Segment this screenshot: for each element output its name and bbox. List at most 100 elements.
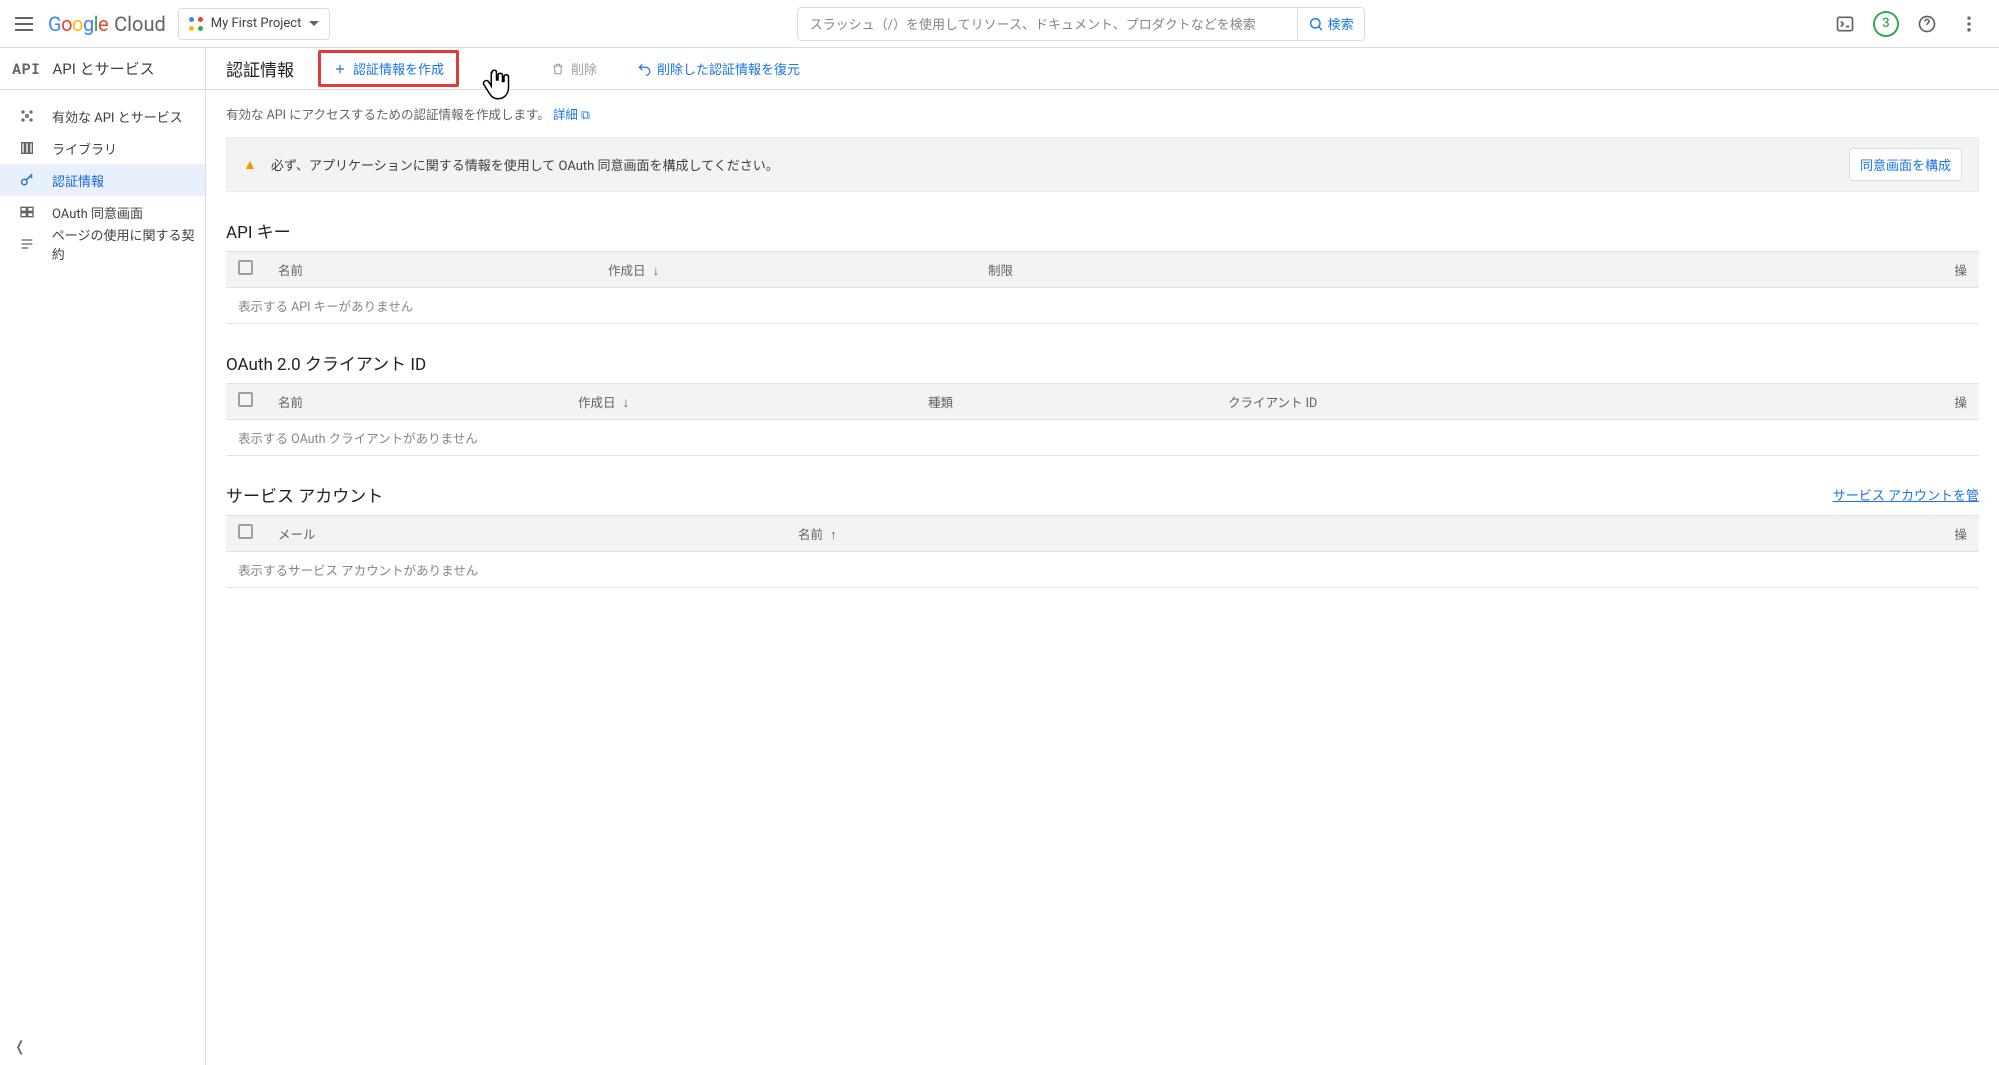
tutorial-highlight: 認証情報を作成: [318, 50, 459, 87]
sidebar-item-label: ページの使用に関する契約: [52, 225, 205, 263]
warning-icon: ▲: [243, 156, 257, 173]
terminal-icon: [1835, 14, 1855, 34]
tos-icon: [18, 235, 36, 253]
plus-icon: [333, 62, 347, 76]
api-keys-table: 名前 作成日 ↓ 制限 操 表示する API キーがありません: [226, 251, 1979, 324]
sidebar-item-library[interactable]: ライブラリ: [0, 132, 205, 164]
topbar-right-icons: 3: [1831, 10, 1987, 38]
col-name-label: 名前: [798, 528, 823, 543]
create-credentials-label: 認証情報を作成: [353, 59, 444, 78]
brand-cloud-text: Cloud: [114, 12, 166, 36]
oauth-table: 名前 作成日 ↓ 種類 クライアント ID 操 表示する OAuth クライアン…: [226, 383, 1979, 456]
sort-down-icon: ↓: [653, 264, 660, 279]
sidebar-item-label: 有効な API とサービス: [52, 107, 183, 126]
credentials-hint-text: 有効な API にアクセスするための認証情報を作成します。: [226, 108, 550, 123]
api-keys-empty: 表示する API キーがありません: [226, 288, 1979, 324]
service-accounts-heading: サービス アカウント サービス アカウントを管: [226, 482, 1979, 507]
sidebar-item-label: 認証情報: [52, 171, 104, 190]
collapse-sidebar-button[interactable]: ❬: [14, 1039, 26, 1055]
api-keys-heading: API キー: [226, 218, 1979, 243]
oauth-consent-warning: ▲ 必ず、アプリケーションに関する情報を使用して OAuth 同意画面を構成して…: [226, 137, 1979, 192]
sidebar-item-oauth-consent[interactable]: OAuth 同意画面: [0, 196, 205, 228]
sidebar-item-label: ライブラリ: [52, 139, 117, 158]
col-actions: 操: [1942, 384, 1979, 420]
warning-text: 必ず、アプリケーションに関する情報を使用して OAuth 同意画面を構成してくだ…: [271, 155, 779, 174]
more-vertical-icon: [1959, 14, 1979, 34]
notifications-count: 3: [1882, 16, 1889, 31]
main-content: 認証情報 認証情報を作成 削除 削除した認証情報を復元 有効な: [206, 48, 1999, 1065]
sort-down-icon: ↓: [623, 396, 630, 411]
page-body: API API とサービス 有効な API とサービス ライブラリ 認証情報: [0, 48, 1999, 1065]
col-created[interactable]: 作成日 ↓: [596, 252, 976, 288]
oauth-heading-text: OAuth 2.0 クライアント ID: [226, 350, 426, 375]
key-icon: [18, 171, 36, 189]
service-accounts-empty: 表示するサービス アカウントがありません: [226, 552, 1979, 588]
col-name[interactable]: 名前: [266, 384, 566, 420]
cloud-shell-button[interactable]: [1831, 10, 1859, 38]
select-all-checkbox[interactable]: [238, 392, 253, 407]
col-created[interactable]: 作成日 ↓: [566, 384, 916, 420]
sidebar-item-page-usage-agreements[interactable]: ページの使用に関する契約: [0, 228, 205, 260]
oauth-heading: OAuth 2.0 クライアント ID: [226, 350, 1979, 375]
section-title: API とサービス: [53, 58, 155, 79]
page-title: 認証情報: [226, 56, 294, 81]
restore-deleted-button[interactable]: 削除した認証情報を復元: [629, 55, 808, 82]
restore-deleted-label: 削除した認証情報を復元: [657, 59, 800, 78]
col-created-label: 作成日: [578, 396, 616, 411]
left-sidebar: API API とサービス 有効な API とサービス ライブラリ 認証情報: [0, 48, 206, 1065]
col-name[interactable]: 名前 ↑: [786, 516, 1942, 552]
search-button-label: 検索: [1328, 14, 1354, 33]
search-icon: [1308, 16, 1324, 32]
select-all-checkbox[interactable]: [238, 524, 253, 539]
project-color-dots-icon: [189, 17, 203, 31]
notifications-badge[interactable]: 3: [1873, 11, 1899, 37]
more-button[interactable]: [1955, 10, 1983, 38]
library-icon: [18, 139, 36, 157]
select-all-checkbox[interactable]: [238, 260, 253, 275]
top-bar: Google Cloud My First Project スラッシュ（/）を使…: [0, 0, 1999, 48]
help-button[interactable]: [1913, 10, 1941, 38]
learn-more-label: 詳細: [553, 108, 578, 123]
search-button[interactable]: 検索: [1297, 7, 1365, 41]
google-cloud-logo[interactable]: Google Cloud: [48, 12, 166, 36]
col-actions: 操: [1942, 252, 1979, 288]
project-name: My First Project: [211, 16, 302, 31]
col-client-id[interactable]: クライアント ID: [1216, 384, 1942, 420]
manage-service-accounts-link[interactable]: サービス アカウントを管: [1833, 485, 1979, 504]
api-keys-heading-text: API キー: [226, 218, 291, 243]
help-icon: [1917, 14, 1937, 34]
col-actions: 操: [1942, 516, 1979, 552]
sidebar-item-credentials[interactable]: 認証情報: [0, 164, 205, 196]
service-accounts-heading-text: サービス アカウント: [226, 482, 383, 507]
create-credentials-button[interactable]: 認証情報を作成: [325, 55, 452, 82]
configure-consent-button[interactable]: 同意画面を構成: [1849, 148, 1962, 181]
search-placeholder: スラッシュ（/）を使用してリソース、ドキュメント、プロダクトなどを検索: [810, 14, 1256, 33]
search-area: スラッシュ（/）を使用してリソース、ドキュメント、プロダクトなどを検索 検索: [797, 7, 1365, 41]
delete-button[interactable]: 削除: [543, 55, 605, 82]
search-input[interactable]: スラッシュ（/）を使用してリソース、ドキュメント、プロダクトなどを検索: [797, 7, 1297, 41]
col-type[interactable]: 種類: [916, 384, 1216, 420]
trash-icon: [551, 62, 565, 76]
sidebar-item-label: OAuth 同意画面: [52, 203, 143, 222]
action-bar: 認証情報 認証情報を作成 削除 削除した認証情報を復元: [206, 48, 1999, 90]
sort-up-icon: ↑: [830, 528, 837, 543]
col-email[interactable]: メール: [266, 516, 786, 552]
consent-icon: [18, 203, 36, 221]
col-created-label: 作成日: [608, 264, 646, 279]
col-name[interactable]: 名前: [266, 252, 596, 288]
col-restrict[interactable]: 制限: [976, 252, 1942, 288]
nav-menu-button[interactable]: [12, 12, 36, 36]
configure-consent-label: 同意画面を構成: [1860, 158, 1951, 173]
service-accounts-table: メール 名前 ↑ 操 表示するサービス アカウントがありません: [226, 515, 1979, 588]
sidebar-item-enabled-apis[interactable]: 有効な API とサービス: [0, 100, 205, 132]
project-picker[interactable]: My First Project: [178, 8, 331, 40]
api-badge: API: [12, 59, 41, 79]
oauth-empty: 表示する OAuth クライアントがありません: [226, 420, 1979, 456]
learn-more-link[interactable]: 詳細 ⧉: [553, 108, 590, 123]
caret-down-icon: [309, 21, 319, 31]
credentials-hint: 有効な API にアクセスするための認証情報を作成します。 詳細 ⧉: [226, 104, 1979, 123]
undo-icon: [637, 62, 651, 76]
enabled-apis-icon: [18, 107, 36, 125]
section-header: API API とサービス: [0, 48, 205, 90]
delete-label: 削除: [571, 59, 597, 78]
